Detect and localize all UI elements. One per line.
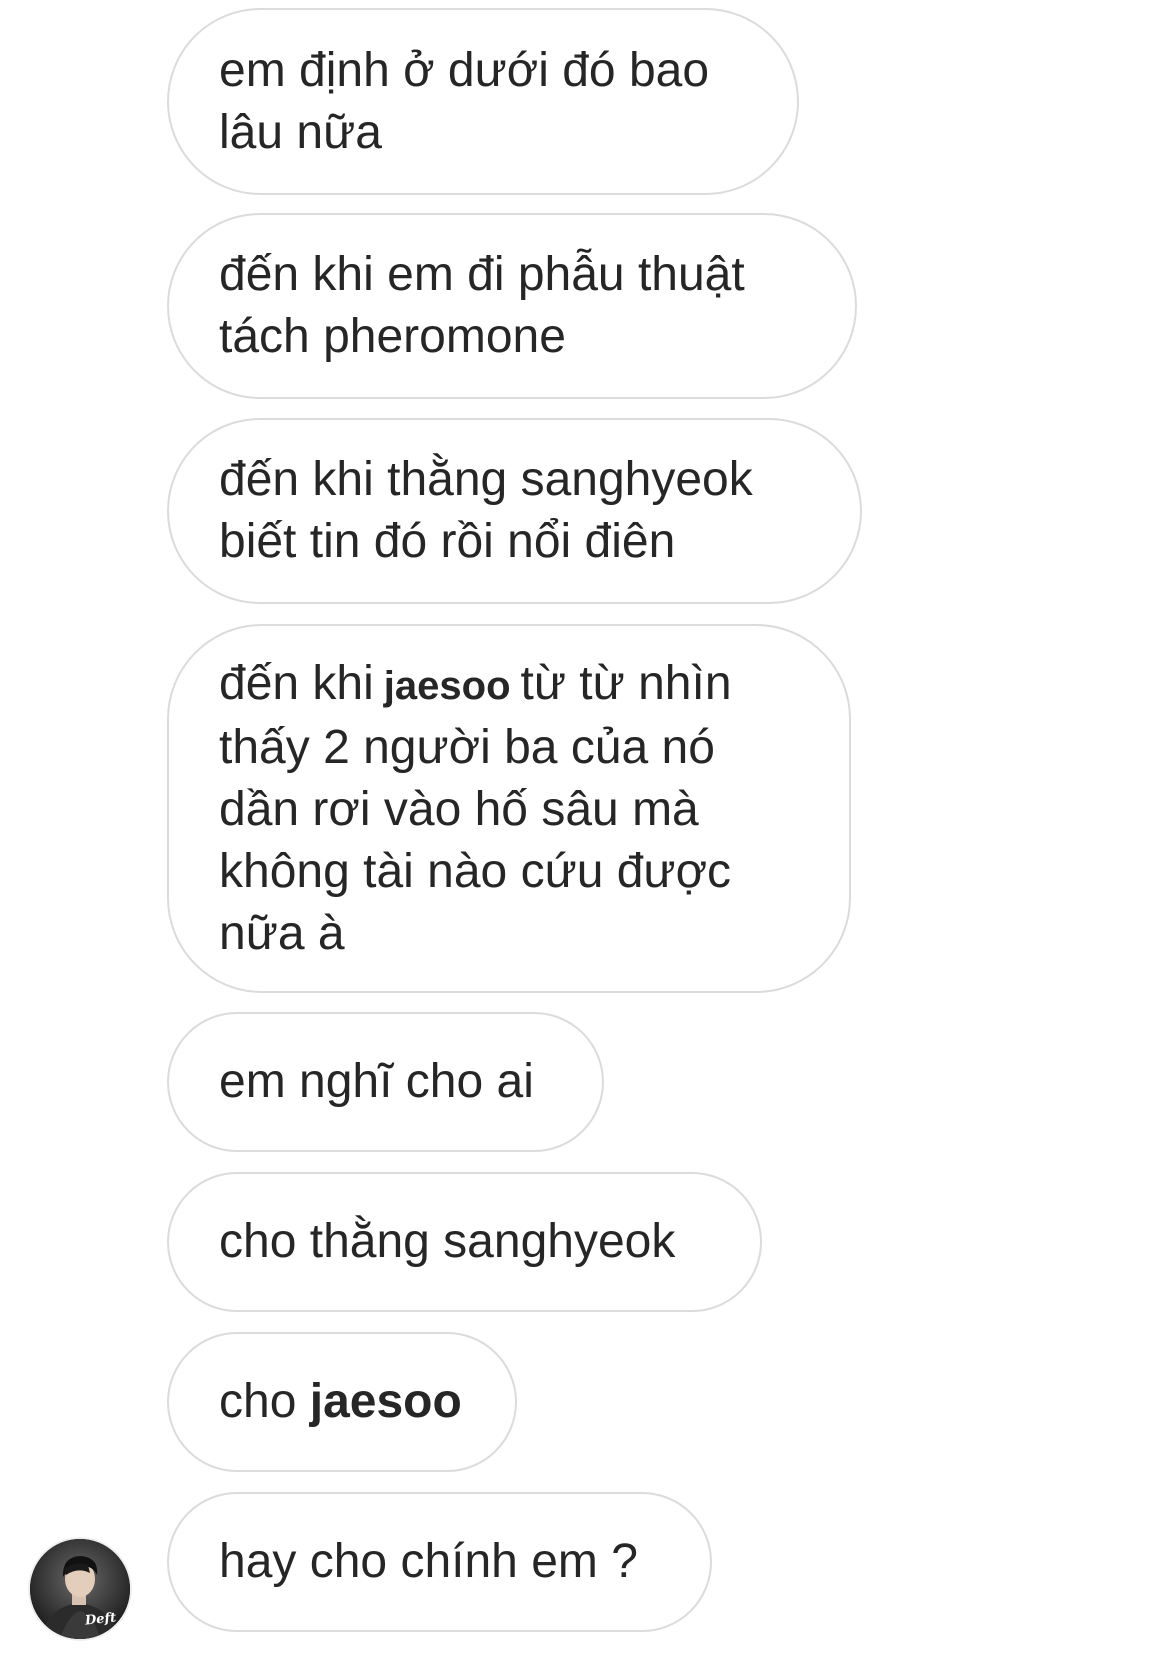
message-text: hay cho chính em ?: [219, 1531, 638, 1593]
message-bubble[interactable]: cho thằng sanghyeok: [167, 1172, 762, 1312]
message-text: cho jaesoo: [219, 1371, 462, 1433]
message-bubble[interactable]: cho jaesoo: [167, 1332, 517, 1472]
message-line: tách pheromone: [219, 310, 566, 363]
message-text: em nghĩ cho ai: [219, 1051, 534, 1113]
message-text: đến khi jaesoo từ từ nhìn thấy 2 người ba …: [219, 653, 732, 965]
message-line: dần rơi vào hố sâu mà: [219, 782, 699, 836]
message-line: đến khi em đi phẫu thuật: [219, 248, 745, 301]
message-line: cho jaesoo: [219, 1371, 462, 1433]
message-text: cho thằng sanghyeok: [219, 1211, 675, 1273]
message-bubble[interactable]: đến khi thằng sanghyeok biết tin đó rồi …: [167, 418, 862, 604]
message-line: lâu nữa: [219, 105, 382, 159]
message-line: đến khi thằng sanghyeok: [219, 453, 753, 506]
message-fragment: cho: [219, 1375, 297, 1428]
message-text: em định ở dưới đó bao lâu nữa: [219, 40, 709, 164]
avatar-caption: Deft: [84, 1610, 117, 1629]
user-mention[interactable]: jaesoo: [384, 664, 511, 708]
message-line: biết tin đó rồi nổi điên: [219, 515, 676, 568]
message-line: nữa à: [219, 906, 345, 960]
message-bubble[interactable]: em định ở dưới đó bao lâu nữa: [167, 8, 799, 195]
user-mention[interactable]: jaesoo: [310, 1375, 462, 1428]
message-bubble[interactable]: em nghĩ cho ai: [167, 1012, 604, 1152]
message-bubble[interactable]: đến khi jaesoo từ từ nhìn thấy 2 người ba …: [167, 624, 851, 993]
message-line: thấy 2 người ba của nó: [219, 720, 715, 774]
message-bubble[interactable]: đến khi em đi phẫu thuật tách pheromone: [167, 213, 857, 399]
message-text: đến khi em đi phẫu thuật tách pheromone: [219, 244, 745, 368]
message-line: không tài nào cứu được: [219, 844, 732, 898]
message-thread: em định ở dưới đó bao lâu nữa đến khi em…: [0, 0, 1169, 1660]
message-bubble[interactable]: hay cho chính em ?: [167, 1492, 712, 1632]
message-line: em định ở dưới đó bao: [219, 43, 710, 97]
message-fragment: từ từ nhìn: [520, 656, 732, 710]
sender-avatar[interactable]: Deft: [28, 1537, 132, 1641]
message-text: đến khi thằng sanghyeok biết tin đó rồi …: [219, 449, 753, 573]
message-line: đến khi jaesoo từ từ nhìn: [219, 653, 732, 717]
message-line: hay cho chính em ?: [219, 1535, 638, 1588]
message-line: em nghĩ cho ai: [219, 1055, 534, 1108]
message-line: cho thằng sanghyeok: [219, 1215, 676, 1268]
message-fragment: đến khi: [219, 656, 374, 710]
